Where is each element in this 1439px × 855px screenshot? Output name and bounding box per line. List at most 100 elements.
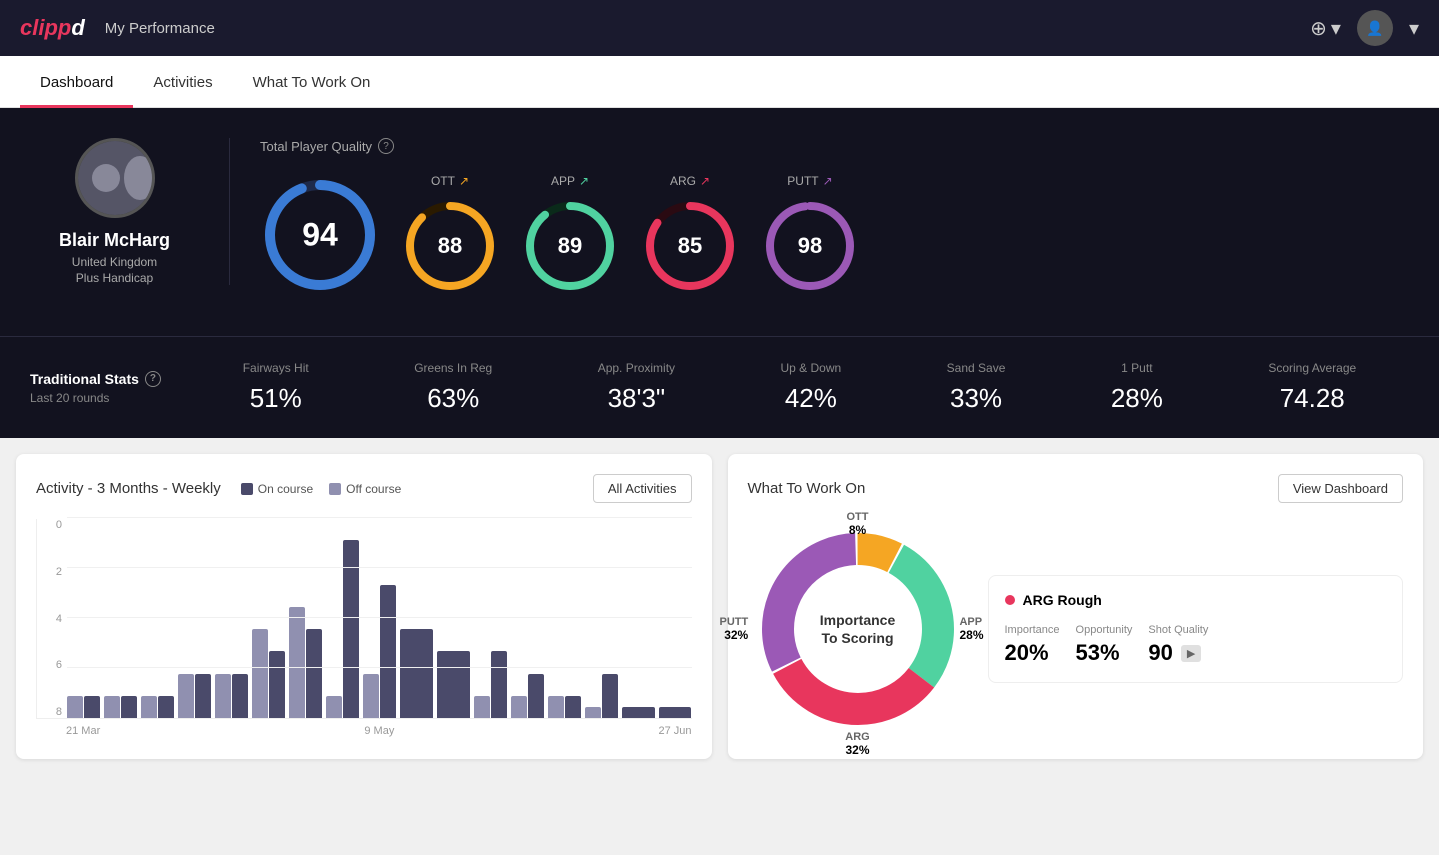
all-activities-button[interactable]: All Activities [593,474,692,503]
stats-info-icon[interactable]: ? [145,371,161,387]
arg-detail-stats: Importance 20% Opportunity 53% Shot Qual… [1005,624,1387,666]
donut-wrap: Importance To Scoring OTT 8% APP 28% [748,519,968,739]
stat-updown-label: Up & Down [781,361,842,375]
bar-on-course [400,629,433,718]
header-title: My Performance [105,20,215,37]
tab-what-to-work-on[interactable]: What To Work On [233,56,391,108]
activity-bar-chart: 8 6 4 2 0 21 Mar 9 May 27 Jun [36,519,692,739]
bar-on-course [158,696,174,718]
nav-tabs: Dashboard Activities What To Work On [0,56,1439,108]
bar-group [585,674,618,718]
stats-title-section: Traditional Stats ? Last 20 rounds [30,371,190,405]
chart-bars-container: 8 6 4 2 0 [36,519,692,719]
bar-group [474,651,507,718]
stat-scoring-value: 74.28 [1268,383,1356,414]
stat-proximity: App. Proximity 38'3" [598,361,675,414]
stat-sandsave: Sand Save 33% [947,361,1006,414]
stat-oneputt: 1 Putt 28% [1111,361,1163,414]
stat-greens: Greens In Reg 63% [414,361,492,414]
bar-group [326,540,359,718]
putt-arrow-icon: ↗ [823,174,833,188]
user-avatar-button[interactable]: 👤 [1357,10,1393,46]
app-arrow-icon: ↗ [579,174,589,188]
bar-group [215,674,248,718]
donut-label-app: APP 28% [959,616,983,642]
bar-on-course [232,674,248,718]
bar-on-course [565,696,581,718]
arg-label: ARG ↗ [670,174,710,188]
bar-group [659,707,692,718]
quality-info-icon[interactable]: ? [378,138,394,154]
stat-sandsave-value: 33% [947,383,1006,414]
arg-arrow-icon: ↗ [700,174,710,188]
donut-label-putt: PUTT 32% [720,616,749,642]
score-arg-value: 85 [678,233,702,259]
arg-importance-value: 20% [1005,640,1060,666]
activity-legend: On course Off course [241,482,402,496]
donut-svg [748,519,968,739]
arg-detail-title: ARG Rough [1005,592,1387,608]
grid-line-6 [67,567,692,568]
activity-chart-title: Activity - 3 Months - Weekly [36,480,221,497]
score-ott-value: 88 [438,233,462,259]
player-info: Blair McHarg United Kingdom Plus Handica… [30,138,230,285]
bar-off-course [215,674,231,718]
app-label: APP ↗ [551,174,589,188]
score-ott: OTT ↗ 88 [400,174,500,296]
bar-group [141,696,174,718]
stat-greens-label: Greens In Reg [414,361,492,375]
legend-on-course: On course [241,482,313,496]
stat-updown: Up & Down 42% [781,361,842,414]
putt-label: PUTT ↗ [787,174,832,188]
avatar-chevron[interactable]: ▾ [1409,16,1419,41]
add-button[interactable]: ⊕ ▾ [1310,16,1341,41]
stat-fairways-value: 51% [243,383,309,414]
bar-on-course [84,696,100,718]
bar-group [178,674,211,718]
shot-quality-badge: ▶ [1181,645,1201,662]
arg-opportunity-label: Opportunity [1076,624,1133,636]
bar-on-course [437,651,470,718]
score-arg: ARG ↗ 85 [640,174,740,296]
stat-sandsave-label: Sand Save [947,361,1006,375]
app-header: clippd My Performance ⊕ ▾ 👤 ▾ [0,0,1439,56]
bar-off-course [326,696,342,718]
quality-scores: 94 OTT ↗ [260,174,1409,296]
bar-on-course [491,651,507,718]
bar-on-course [195,674,211,718]
bar-group [104,696,137,718]
hero-section: Blair McHarg United Kingdom Plus Handica… [0,108,1439,336]
header-actions: ⊕ ▾ 👤 ▾ [1310,10,1419,46]
bar-on-course [380,585,396,718]
bar-off-course [363,674,379,718]
bar-off-course [252,629,268,718]
y-axis: 8 6 4 2 0 [37,519,62,718]
bar-group [511,674,544,718]
arg-shot-quality-stat: Shot Quality 90 ▶ [1148,624,1208,666]
arg-detail-title-text: ARG Rough [1023,592,1102,608]
bar-off-course [104,696,120,718]
score-putt-value: 98 [798,233,822,259]
bar-on-course [659,707,692,718]
view-dashboard-button[interactable]: View Dashboard [1278,474,1403,503]
x-label-may: 9 May [364,725,394,737]
bar-on-course [622,707,655,718]
x-label-mar: 21 Mar [66,725,100,737]
quality-section: Total Player Quality ? 94 [230,138,1409,296]
bar-off-course [511,696,527,718]
tab-dashboard[interactable]: Dashboard [20,56,133,108]
score-app: APP ↗ 89 [520,174,620,296]
tab-activities[interactable]: Activities [133,56,232,108]
arg-dot [1005,595,1015,605]
bottom-section: Activity - 3 Months - Weekly On course O… [0,438,1439,775]
bar-group [400,629,433,718]
score-app-value: 89 [558,233,582,259]
arg-shot-quality-label: Shot Quality [1148,624,1208,636]
bar-on-course [343,540,359,718]
bar-group [67,696,100,718]
what-to-work-on-card: What To Work On View Dashboard [728,454,1424,759]
legend-off-course: Off course [329,482,401,496]
legend-off-course-dot [329,483,341,495]
legend-on-course-dot [241,483,253,495]
bar-on-course [121,696,137,718]
